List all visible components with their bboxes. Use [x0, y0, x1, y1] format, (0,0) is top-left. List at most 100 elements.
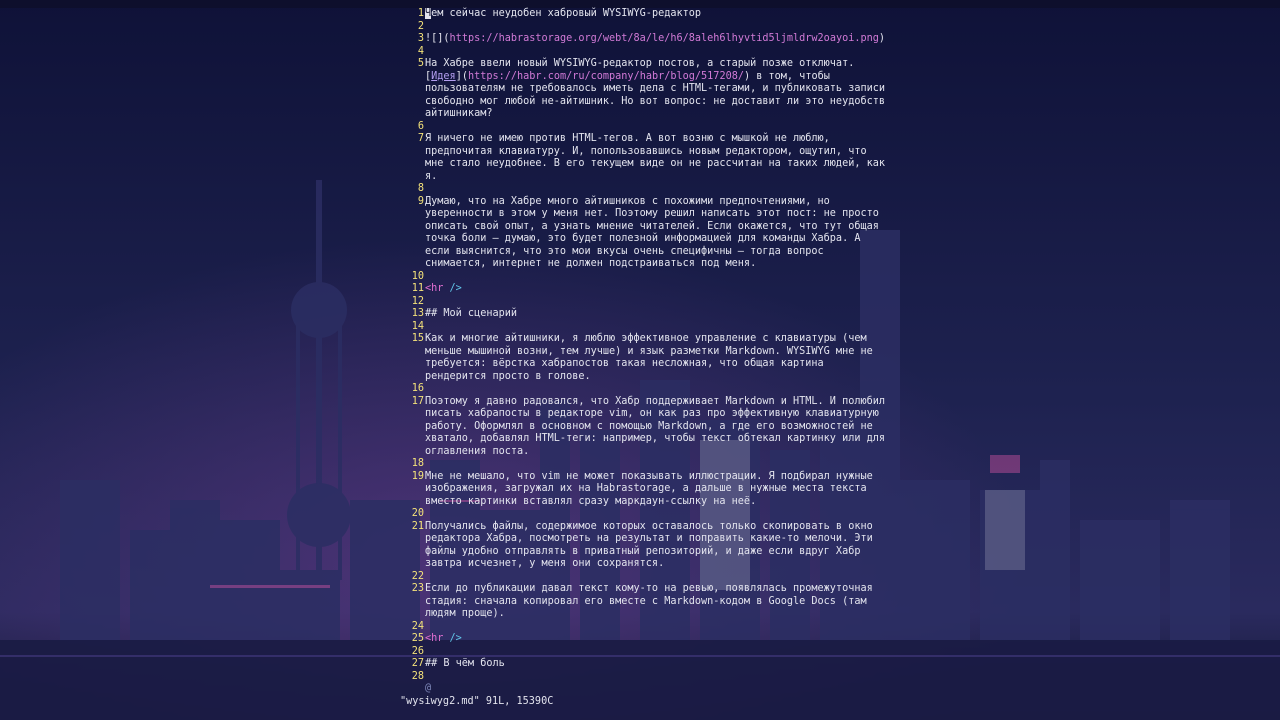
editor-line[interactable]: 28: [400, 671, 1280, 684]
md-link-url: https://habr.com/ru/company/habr/blog/51…: [467, 70, 744, 82]
line-number: 1: [417, 8, 424, 19]
editor-text-row: мне стало неудобнее. В его текущем виде …: [425, 158, 886, 169]
line-number: 12: [411, 295, 424, 307]
editor-text-row: [425, 271, 1280, 284]
editor-text-row: Как и многие айтишники, я люблю эффектив…: [425, 333, 867, 344]
line-content: [425, 46, 1280, 59]
html-tag-close: />: [449, 283, 462, 294]
editor-text-row: [425, 571, 1280, 584]
editor-line[interactable]: 22: [400, 571, 1280, 584]
editor-line[interactable]: 14: [400, 321, 1280, 334]
editor-line[interactable]: 26: [400, 646, 1280, 659]
line-content: [425, 321, 1280, 334]
editor-line[interactable]: 27 ## В чём боль: [400, 658, 1280, 671]
line-content: [425, 383, 1280, 396]
editor-line[interactable]: 21 Получались файлы, содержимое которых о…: [400, 521, 1280, 571]
line-content: [425, 183, 1280, 196]
editor-line[interactable]: 1 Чем сейчас неудобен хабровый WYSIWYG-ре…: [400, 8, 1280, 21]
line-number: 3: [417, 33, 424, 44]
heading-text: ем сейчас неудобен хабровый WYSIWYG-реда…: [431, 8, 702, 19]
editor-line[interactable]: 9 Думаю, что на Хабре много айтишников с …: [400, 196, 1280, 271]
line-number: 4: [417, 45, 424, 57]
html-tag: <hr: [425, 283, 450, 294]
line-number: 26: [411, 645, 424, 657]
line-number: 16: [411, 383, 424, 394]
line-content: ## В чём боль: [425, 658, 1280, 671]
editor-text-row: хватало, добавлял HTML-теги: например, ч…: [425, 433, 886, 444]
editor-text-row: работу. Оформлял в основном с помощью Ma…: [425, 420, 873, 432]
editor-line[interactable]: 6: [400, 121, 1280, 134]
line-content: <hr />: [425, 283, 1280, 296]
editor-text-row: стадия: сначала копировал его вместе с M…: [425, 595, 867, 607]
md-bracket: ](: [455, 70, 468, 82]
editor-line[interactable]: 2: [400, 21, 1280, 34]
line-number: 10: [411, 270, 424, 282]
editor-text-row: <hr />: [425, 283, 1280, 296]
editor-line[interactable]: 25 <hr />: [400, 633, 1280, 646]
editor-text-row: ## В чём боль: [425, 658, 505, 669]
line-number: 5: [417, 58, 424, 69]
editor-line[interactable]: 5 На Хабре ввели новый WYSIWYG-редактор п…: [400, 58, 1280, 121]
editor-text-row: редактора Хабра, посмотреть на результат…: [425, 533, 873, 544]
line-content: Если до публикации давал текст кому-то н…: [425, 583, 1280, 621]
editor-text-row: изображения, загружал их на Habrastorage…: [425, 483, 867, 494]
editor-text-row: людям проще).: [425, 608, 505, 619]
editor-line[interactable]: 13 ## Мой сценарий: [400, 308, 1280, 321]
editor-line[interactable]: 20: [400, 508, 1280, 521]
editor-text-row: пользователям не требовалось иметь дела …: [425, 83, 886, 94]
line-content: [425, 21, 1280, 34]
editor-line[interactable]: 7Я ничего не имею против HTML-тегов. А в…: [400, 133, 1280, 183]
editor-line[interactable]: 8: [400, 183, 1280, 196]
line-content: ## Мой сценарий: [425, 308, 1280, 321]
editor-text-row: уверенности в этом у меня нет. Поэтому р…: [425, 208, 879, 219]
end-of-buffer-marker: @: [425, 683, 432, 694]
line-content: Думаю, что на Хабре много айтишников с п…: [425, 196, 1280, 271]
editor-text-row: я.: [425, 170, 438, 182]
editor-text-row: рендерится просто в голове.: [425, 370, 591, 382]
line-content: [425, 121, 1280, 134]
html-tag: <hr: [425, 633, 450, 644]
vim-status-line: "wysiwyg2.md" 91L, 15390C: [400, 696, 554, 707]
editor-text-row: [425, 508, 1280, 521]
editor-text-row: [Идея](https://habr.com/ru/company/habr/…: [425, 71, 1280, 84]
editor-text-row: точка боли — думаю, это будет полезной и…: [425, 233, 861, 244]
editor-line[interactable]: 19 Мне не мешало, что vim не может показы…: [400, 471, 1280, 509]
line-number: 14: [411, 320, 424, 332]
line-content: ![](https://habrastorage.org/webt/8a/le/…: [425, 33, 1280, 46]
editor-text-row: [425, 621, 1280, 634]
line-number: 18: [411, 458, 424, 469]
editor-text-row: описать свой опыт, а узнать мнение читат…: [425, 220, 879, 232]
editor-text-row: [425, 121, 1280, 134]
editor-line[interactable]: 17 Поэтому я давно радовался, что Хабр по…: [400, 396, 1280, 459]
editor-text-row: Думаю, что на Хабре много айтишников с п…: [425, 195, 830, 207]
line-content: [425, 296, 1280, 309]
editor-line[interactable]: 24: [400, 621, 1280, 634]
editor-line[interactable]: 18: [400, 458, 1280, 471]
editor-line[interactable]: 16: [400, 383, 1280, 396]
line-number: 19: [411, 470, 424, 482]
editor-line[interactable]: 23 Если до публикации давал текст кому-то…: [400, 583, 1280, 621]
line-content: Мне не мешало, что vim не может показыва…: [425, 471, 1280, 509]
line-number: 2: [417, 20, 424, 32]
editor-text-row: [425, 458, 1280, 471]
editor-text-row: ## Мой сценарий: [425, 308, 518, 319]
vim-editor-buffer[interactable]: 1 Чем сейчас неудобен хабровый WYSIWYG-ре…: [400, 8, 1280, 694]
editor-line[interactable]: 3 ![](https://habrastorage.org/webt/8a/le…: [400, 33, 1280, 46]
editor-text-row: Я ничего не имею против HTML-тегов. А во…: [425, 133, 830, 144]
line-number: 23: [411, 583, 424, 594]
editor-text-row: свободно мог любой не-айтишник. Но вот в…: [425, 95, 886, 107]
editor-line[interactable]: 11 <hr />: [400, 283, 1280, 296]
editor-text-row: айтишникам?: [425, 108, 493, 119]
line-content: Получались файлы, содержимое которых ост…: [425, 521, 1280, 571]
editor-line[interactable]: 10: [400, 271, 1280, 284]
editor-text-row: Получались файлы, содержимое которых ост…: [425, 520, 873, 532]
line-number: 8: [417, 183, 424, 194]
line-number: 17: [411, 395, 424, 407]
line-number: 24: [411, 620, 424, 632]
editor-text-row: Поэтому я давно радовался, что Хабр подд…: [425, 395, 886, 407]
editor-line[interactable]: 15 Как и многие айтишники, я люблю эффект…: [400, 333, 1280, 383]
editor-line[interactable]: 12: [400, 296, 1280, 309]
line-number: 21: [411, 520, 424, 532]
editor-line[interactable]: 4: [400, 46, 1280, 59]
paragraph-text: ) в том, чтобы: [743, 70, 830, 82]
